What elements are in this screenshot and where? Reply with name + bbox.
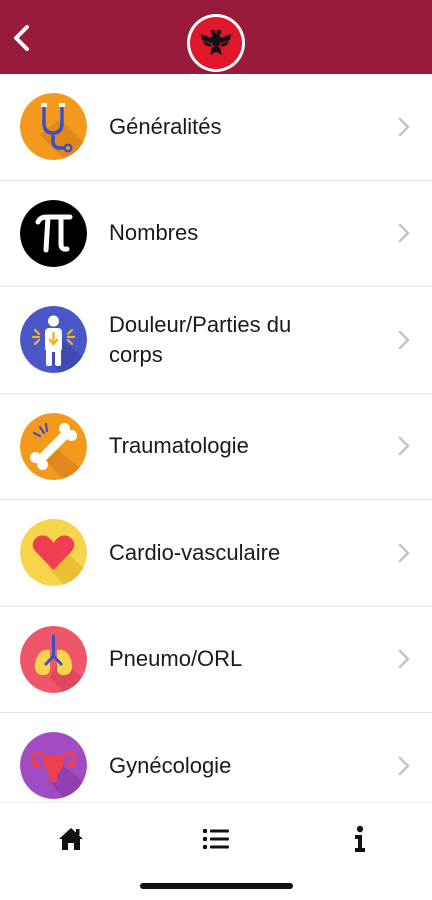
list-item-traumatologie[interactable]: Traumatologie	[0, 394, 432, 500]
chevron-right-icon	[398, 543, 410, 562]
body-pain-icon	[20, 306, 87, 374]
home-icon	[59, 828, 83, 850]
list-item-label: Généralités	[109, 113, 222, 139]
chevron-right-icon	[398, 437, 410, 456]
category-list: Généralités Nombres Douleur/Parties du c…	[0, 74, 432, 802]
app-header	[0, 0, 432, 74]
tab-info[interactable]	[342, 823, 378, 855]
list-item-label: Nombres	[109, 220, 199, 246]
chevron-right-icon	[398, 756, 410, 775]
albanian-eagle-flag-icon	[201, 29, 231, 55]
tab-home[interactable]	[53, 823, 89, 855]
list-item-pneumo[interactable]: Pneumo/ORL	[0, 607, 432, 713]
list-item-nombres[interactable]: Nombres	[0, 181, 432, 287]
back-button[interactable]	[6, 22, 38, 54]
list-item-label: Douleur/Parties du corps	[109, 311, 292, 367]
chevron-right-icon	[398, 650, 410, 669]
chevron-left-icon	[14, 25, 29, 51]
lungs-icon	[20, 625, 87, 693]
chevron-right-icon	[398, 224, 410, 243]
info-icon	[355, 825, 365, 852]
list-item-label: Gynécologie	[109, 752, 232, 778]
broken-bone-icon	[20, 412, 87, 480]
chevron-right-icon	[398, 330, 410, 349]
pi-icon	[20, 199, 87, 267]
chevron-right-icon	[398, 117, 410, 136]
uterus-icon	[20, 732, 87, 800]
heart-icon	[20, 519, 87, 587]
list-item-label: Cardio-vasculaire	[109, 539, 281, 565]
list-item-cardio[interactable]: Cardio-vasculaire	[0, 500, 432, 607]
flag-logo	[187, 14, 245, 72]
home-indicator	[140, 883, 293, 889]
list-item-gynecologie[interactable]: Gynécologie	[0, 713, 432, 802]
list-item-douleur[interactable]: Douleur/Parties du corps	[0, 287, 432, 394]
list-item-label: Traumatologie	[109, 433, 249, 459]
list-item-generalites[interactable]: Généralités	[0, 74, 432, 181]
stethoscope-icon	[20, 93, 87, 161]
list-icon	[203, 829, 229, 849]
list-item-label: Pneumo/ORL	[109, 646, 243, 672]
tab-list[interactable]	[198, 823, 234, 855]
